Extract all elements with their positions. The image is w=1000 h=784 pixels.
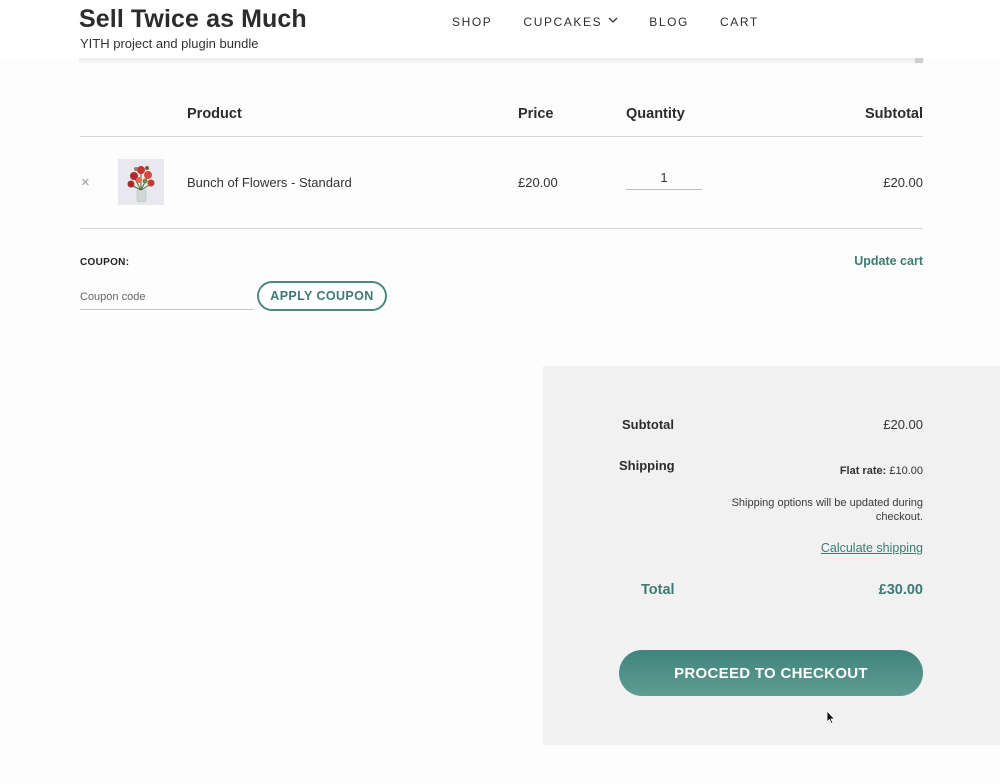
mouse-pointer-icon [826, 710, 836, 724]
coupon-label: COUPON: [80, 257, 130, 268]
divider [80, 228, 923, 229]
divider [79, 58, 924, 64]
column-header-subtotal: Subtotal [865, 106, 923, 122]
column-header-quantity: Quantity [626, 106, 685, 122]
site-header: Sell Twice as Much YITH project and plug… [0, 0, 1000, 58]
site-tagline: YITH project and plugin bundle [80, 36, 259, 51]
main-nav: SHOP CUPCAKES BLOG CART [452, 15, 790, 29]
site-title[interactable]: Sell Twice as Much [79, 5, 307, 34]
product-price: £20.00 [518, 175, 558, 190]
scroll-indicator [915, 58, 923, 63]
shipping-label: Shipping [619, 458, 675, 473]
product-thumbnail[interactable] [118, 159, 164, 205]
nav-item-blog[interactable]: BLOG [649, 15, 689, 29]
product-name-link[interactable]: Bunch of Flowers - Standard [187, 175, 352, 190]
chevron-down-icon[interactable] [608, 16, 618, 26]
nav-item-shop[interactable]: SHOP [452, 15, 492, 29]
apply-coupon-button[interactable]: APPLY COUPON [257, 281, 387, 311]
nav-item-label: BLOG [649, 15, 689, 29]
subtotal-label: Subtotal [622, 417, 674, 432]
product-subtotal: £20.00 [883, 175, 923, 190]
shipping-note: Shipping options will be updated during … [731, 497, 923, 523]
nav-item-label: CUPCAKES [523, 15, 603, 29]
proceed-to-checkout-button[interactable]: PROCEED TO CHECKOUT [619, 650, 923, 696]
nav-item-cart[interactable]: CART [720, 15, 759, 29]
cart-totals: Subtotal £20.00 Shipping Flat rate: £10.… [543, 366, 1000, 745]
total-value: £30.00 [878, 582, 923, 598]
nav-item-label: CART [720, 15, 759, 29]
quantity-input[interactable] [626, 166, 702, 190]
calculate-shipping-link[interactable]: Calculate shipping [821, 541, 923, 555]
coupon-code-input[interactable] [80, 285, 254, 310]
subtotal-value: £20.00 [883, 417, 923, 432]
column-header-product: Product [187, 106, 242, 122]
close-icon[interactable]: × [81, 174, 90, 191]
nav-item-cupcakes[interactable]: CUPCAKES [523, 15, 618, 29]
flat-rate-value: £10.00 [889, 465, 923, 477]
flat-rate-label: Flat rate: [839, 465, 887, 477]
flat-rate: Flat rate: £10.00 [840, 465, 923, 477]
column-header-price: Price [518, 106, 554, 122]
update-cart-button[interactable]: Update cart [854, 254, 923, 268]
nav-item-label: SHOP [452, 15, 493, 29]
divider [80, 136, 923, 137]
total-label: Total [641, 582, 675, 598]
